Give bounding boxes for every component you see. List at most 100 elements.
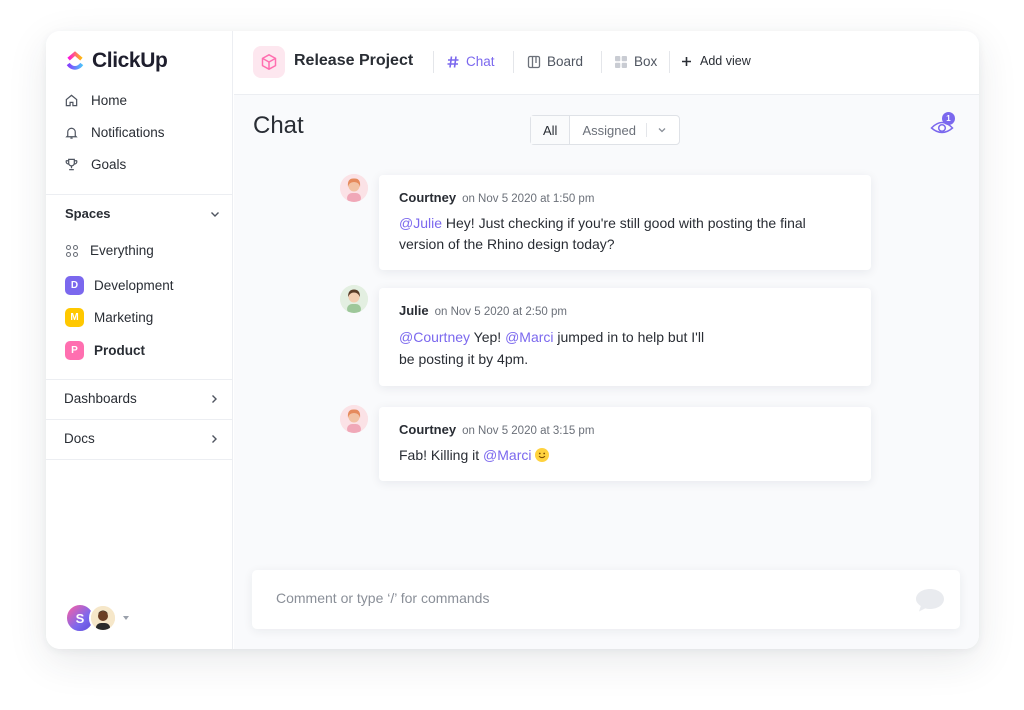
- person-avatar-icon: [340, 285, 368, 313]
- smile-emoji-icon: [535, 448, 550, 462]
- message-timestamp: on Nov 5 2020 at 2:50 pm: [434, 306, 567, 318]
- filter-assigned-dropdown[interactable]: Assigned: [570, 116, 678, 144]
- comment-input[interactable]: [276, 590, 876, 606]
- space-badge: P: [65, 341, 84, 360]
- space-badge: M: [65, 308, 84, 327]
- sidebar-item-home[interactable]: Home: [64, 93, 127, 108]
- dropdown-separator: [645, 123, 647, 137]
- tab-separator: [433, 51, 434, 73]
- tab-label: Box: [634, 54, 658, 69]
- message-text: be posting it by 4pm.: [399, 351, 529, 367]
- sidebar-item-label: Home: [91, 93, 128, 108]
- watchers-button[interactable]: 1: [930, 112, 955, 141]
- sidebar-item-everything[interactable]: Everything: [65, 243, 154, 258]
- chat-filter: All Assigned: [530, 115, 680, 145]
- home-icon: [65, 94, 78, 107]
- tab-label: Chat: [466, 54, 495, 69]
- message-text: jumped in to help but I'll: [553, 329, 705, 345]
- person-avatar-icon: [340, 174, 368, 202]
- message-author[interactable]: Courtney: [399, 422, 456, 437]
- chat-message[interactable]: Courtney on Nov 5 2020 at 3:15 pm Fab! K…: [379, 407, 871, 481]
- sidebar-item-label: Docs: [64, 431, 95, 446]
- mention-link[interactable]: @Marci: [505, 329, 553, 345]
- message-text: Yep!: [470, 329, 506, 345]
- sidebar-item-label: Goals: [91, 157, 127, 172]
- mention-link[interactable]: @Marci: [483, 447, 531, 463]
- avatar: [340, 285, 368, 313]
- sidebar-divider: [46, 379, 233, 380]
- sidebar-item-label: Product: [94, 343, 146, 358]
- message-author[interactable]: Julie: [399, 303, 429, 318]
- board-icon: [527, 55, 541, 68]
- clickup-logo[interactable]: ClickUp: [64, 49, 168, 73]
- page-title: Chat: [253, 112, 304, 139]
- message-text: Fab! Killing it: [399, 447, 484, 463]
- chat-message[interactable]: Julie on Nov 5 2020 at 2:50 pm @Courtney…: [379, 288, 871, 386]
- sidebar-item-label: Marketing: [94, 310, 154, 325]
- message-timestamp: on Nov 5 2020 at 1:50 pm: [462, 193, 595, 205]
- project-cube-icon: [253, 46, 285, 78]
- tab-separator: [513, 51, 514, 73]
- chevron-down-icon: [658, 128, 666, 133]
- spaces-header[interactable]: Spaces: [65, 206, 221, 221]
- main-panel: Release Project Chat Board Box Add view: [234, 31, 979, 649]
- sidebar-item-notifications[interactable]: Notifications: [64, 125, 165, 140]
- message-body: Fab! Killing it @Marci: [399, 445, 851, 466]
- sidebar-item-product[interactable]: P Product: [65, 341, 145, 360]
- grid-dots-icon: [65, 244, 79, 257]
- filter-all-button[interactable]: All: [531, 116, 571, 144]
- filter-assigned-label: Assigned: [582, 122, 636, 138]
- comment-composer: [252, 570, 960, 629]
- teammate-avatar: [89, 604, 117, 632]
- tab-chat[interactable]: Chat: [446, 54, 495, 69]
- person-avatar-icon: [340, 405, 368, 433]
- message-body: @Courtney Yep! @Marci jumped in to help …: [399, 326, 851, 370]
- tab-separator: [669, 51, 670, 73]
- tab-label: Board: [547, 54, 584, 69]
- tab-box[interactable]: Box: [614, 54, 657, 69]
- chevron-down-icon[interactable]: [209, 208, 221, 220]
- sidebar-item-docs[interactable]: Docs: [64, 431, 220, 446]
- bell-icon: [65, 127, 78, 139]
- space-badge: D: [65, 276, 84, 295]
- app-window: ClickUp Home Notifications Goals Spaces …: [46, 31, 979, 649]
- user-menu[interactable]: S: [65, 603, 129, 633]
- sidebar-item-label: Development: [94, 278, 174, 293]
- mention-link[interactable]: @Julie: [399, 215, 442, 231]
- spaces-header-label: Spaces: [65, 206, 111, 221]
- sidebar-item-goals[interactable]: Goals: [64, 157, 126, 172]
- sidebar-item-label: Everything: [90, 243, 154, 258]
- topbar: Release Project Chat Board Box Add view: [234, 31, 979, 95]
- person-avatar-icon: [91, 606, 115, 630]
- avatar: [340, 405, 368, 433]
- caret-down-icon: [123, 616, 129, 620]
- sidebar-item-dashboards[interactable]: Dashboards: [64, 391, 220, 406]
- mention-link[interactable]: @Courtney: [399, 329, 470, 345]
- sidebar-item-label: Notifications: [91, 125, 165, 140]
- tab-board[interactable]: Board: [527, 54, 583, 69]
- plus-icon: [682, 56, 691, 66]
- message-text: Hey! Just checking if you're still good …: [399, 215, 806, 252]
- sidebar-item-development[interactable]: D Development: [65, 276, 174, 295]
- add-view-label: Add view: [700, 54, 751, 68]
- sidebar-divider: [46, 419, 233, 420]
- project-title: Release Project: [294, 52, 414, 69]
- message-author[interactable]: Courtney: [399, 190, 456, 205]
- sidebar-item-marketing[interactable]: M Marketing: [65, 308, 153, 327]
- clickup-logo-icon: [66, 51, 84, 70]
- message-timestamp: on Nov 5 2020 at 3:15 pm: [462, 425, 595, 437]
- sidebar-divider: [46, 459, 233, 460]
- chat-bubble-icon[interactable]: [914, 586, 946, 614]
- message-body: @Julie Hey! Just checking if you're stil…: [399, 213, 851, 255]
- logo-text: ClickUp: [92, 49, 168, 72]
- chat-message[interactable]: Courtney on Nov 5 2020 at 1:50 pm @Julie…: [379, 175, 871, 270]
- hash-icon: [447, 55, 459, 68]
- sidebar-divider: [46, 194, 233, 195]
- avatar: [340, 174, 368, 202]
- watchers-count-badge: 1: [942, 112, 955, 125]
- chevron-right-icon: [212, 434, 217, 443]
- box-grid-icon: [615, 55, 627, 68]
- sidebar: ClickUp Home Notifications Goals Spaces …: [46, 31, 233, 649]
- sidebar-item-label: Dashboards: [64, 391, 137, 406]
- add-view-button[interactable]: Add view: [681, 54, 751, 68]
